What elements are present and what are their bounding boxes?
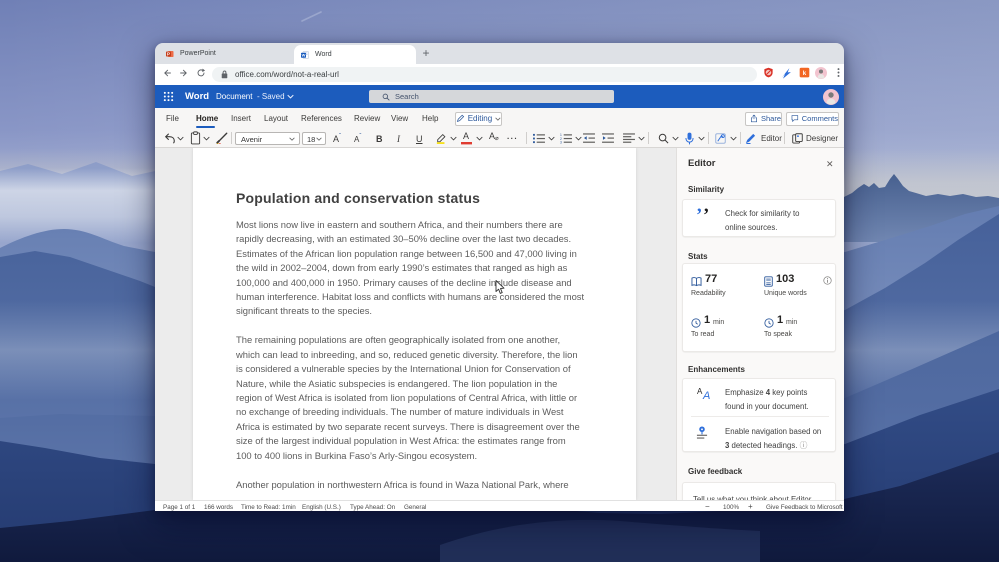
svg-text:W: W — [302, 52, 306, 57]
svg-text:3: 3 — [560, 140, 562, 144]
svg-text:P: P — [167, 51, 170, 56]
svg-text:k: k — [803, 70, 807, 77]
